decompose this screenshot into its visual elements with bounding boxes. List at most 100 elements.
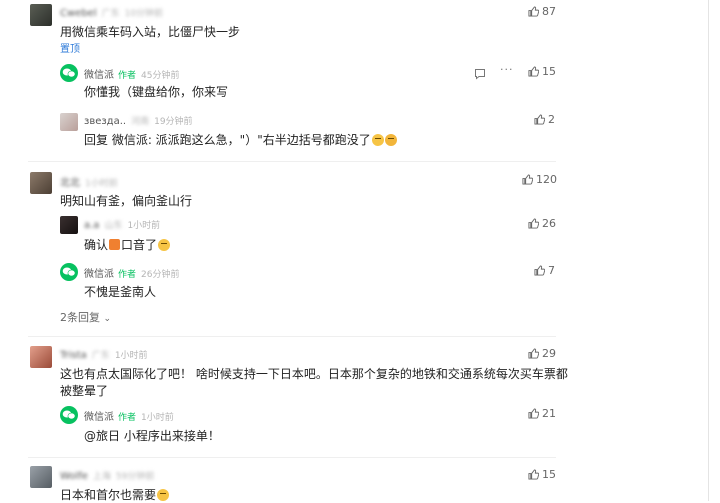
comment-header: Wolfe 上海 59分钟前 <box>60 469 154 482</box>
wechat-logo-icon <box>62 267 76 277</box>
like-button[interactable]: 2 <box>534 113 555 126</box>
location: 河南 <box>131 117 150 127</box>
timestamp: 1小时前 <box>114 351 148 361</box>
emoji-icon <box>157 489 170 501</box>
comment-text-line: 这也有点太国际化了吧！ 啥时候支持一下日本吧。日本那个复杂的地铁和交通系统每次买… <box>60 367 568 381</box>
username[interactable]: a.a <box>84 220 99 231</box>
username[interactable]: звезда.. <box>84 116 126 127</box>
thumbs-up-icon <box>528 218 540 229</box>
comment-icon[interactable] <box>474 65 486 84</box>
reply-text-part: 口音了 <box>121 238 158 252</box>
thumbs-up-icon <box>528 6 540 17</box>
comment-header: Cwebel 广东 10分钟前 <box>60 6 163 19</box>
avatar[interactable] <box>30 4 52 26</box>
avatar[interactable] <box>60 263 78 281</box>
location: 山东 <box>104 221 123 231</box>
comment-text: 用微信乘车码入站，比僵尸快一步 <box>60 25 241 39</box>
like-button[interactable]: 7 <box>534 264 555 277</box>
location: 广东 <box>101 9 120 19</box>
like-button[interactable]: 21 <box>528 407 556 420</box>
username[interactable]: 微信派 <box>84 412 114 423</box>
more-options-icon[interactable]: ··· <box>500 63 514 76</box>
like-button[interactable]: 120 <box>522 173 557 186</box>
reply-text: @旅日 小程序出来接单！ <box>84 429 220 443</box>
wechat-logo-icon <box>62 410 76 420</box>
like-count: 2 <box>548 113 555 126</box>
username[interactable]: 北北 <box>60 178 80 189</box>
thumbs-up-icon <box>528 348 540 359</box>
timestamp: 45分钟前 <box>141 71 180 81</box>
location: 广东 <box>91 351 110 361</box>
reply-text: 回复 微信派: 派派跑这么急，"）"右半边括号都跑没了 <box>84 131 397 148</box>
comment-text-content: 日本和首尔也需要 <box>60 488 157 502</box>
like-count: 87 <box>542 5 556 18</box>
like-count: 26 <box>542 217 556 230</box>
expand-replies-link[interactable]: 2条回复 ⌄ <box>60 309 111 325</box>
author-tag: 作者 <box>118 413 137 423</box>
thumbs-up-icon <box>528 469 540 480</box>
timestamp: 1小时前 <box>141 413 174 423</box>
wechat-logo-icon <box>62 68 76 78</box>
like-count: 21 <box>542 407 556 420</box>
avatar[interactable] <box>30 172 52 194</box>
comment-header: Trista 广东 1小时前 <box>60 348 148 361</box>
comment-text-line: 被整晕了 <box>60 384 109 398</box>
like-count: 120 <box>536 173 557 186</box>
username[interactable]: 微信派 <box>84 269 114 280</box>
username[interactable]: Trista <box>60 350 87 361</box>
avatar[interactable] <box>30 346 52 368</box>
like-button[interactable]: 87 <box>528 5 556 18</box>
expand-replies-label: 2条回复 <box>60 311 100 324</box>
avatar[interactable] <box>60 113 78 131</box>
like-button[interactable]: 15 <box>528 468 556 481</box>
avatar[interactable] <box>60 216 78 234</box>
author-tag: 作者 <box>118 270 137 280</box>
comment-header: 北北 1小时前 <box>60 174 118 189</box>
emoji-icon <box>158 239 171 251</box>
timestamp: 10分钟前 <box>124 9 164 19</box>
author-tag: 作者 <box>118 71 137 81</box>
timestamp: 59分钟前 <box>115 472 155 482</box>
timestamp: 1小时前 <box>127 221 161 231</box>
reply-text-part: 确认 <box>84 238 109 252</box>
reply-text: 不愧是釜南人 <box>84 285 157 299</box>
reply-text: 确认 口音了 <box>84 236 171 253</box>
comment-text: 日本和首尔也需要 <box>60 486 170 503</box>
reply-header: a.a 山东 1小时前 <box>84 218 160 231</box>
like-count: 7 <box>548 264 555 277</box>
reply-header: 微信派 作者 45分钟前 <box>84 66 179 81</box>
like-button[interactable]: 15 <box>528 65 556 78</box>
thumbs-up-icon <box>522 174 534 185</box>
reply-header: 微信派 作者 26分钟前 <box>84 265 179 280</box>
scrollbar-track[interactable] <box>708 0 709 501</box>
divider <box>28 161 556 162</box>
like-count: 15 <box>542 65 556 78</box>
reply-text-content: 回复 微信派: 派派跑这么急，"）"右半边括号都跑没了 <box>84 133 371 147</box>
like-count: 29 <box>542 347 556 360</box>
like-count: 15 <box>542 468 556 481</box>
reply-text: 你懂我（键盘给你，你来写 <box>84 85 229 99</box>
thumbs-up-icon <box>528 66 540 77</box>
timestamp: 26分钟前 <box>141 270 180 280</box>
reply-header: звезда.. 河南 19分钟前 <box>84 114 193 127</box>
pinned-badge: 置顶 <box>60 44 80 55</box>
emoji-icon <box>384 134 397 146</box>
thumbs-up-icon <box>534 265 546 276</box>
thumbs-up-icon <box>534 114 546 125</box>
avatar[interactable] <box>60 64 78 82</box>
chevron-down-icon: ⌄ <box>103 314 112 324</box>
location: 上海 <box>92 472 111 482</box>
username[interactable]: Wolfe <box>60 471 88 482</box>
comment-text: 明知山有釜，偏向釜山行 <box>60 194 193 208</box>
timestamp: 19分钟前 <box>154 117 193 127</box>
emoji-icon <box>109 239 121 250</box>
username[interactable]: 微信派 <box>84 70 114 81</box>
avatar[interactable] <box>60 406 78 424</box>
thumbs-up-icon <box>528 408 540 419</box>
reply-header: 微信派 作者 1小时前 <box>84 408 174 423</box>
timestamp: 1小时前 <box>85 179 118 189</box>
avatar[interactable] <box>30 466 52 488</box>
username[interactable]: Cwebel <box>60 8 97 19</box>
like-button[interactable]: 26 <box>528 217 556 230</box>
like-button[interactable]: 29 <box>528 347 556 360</box>
